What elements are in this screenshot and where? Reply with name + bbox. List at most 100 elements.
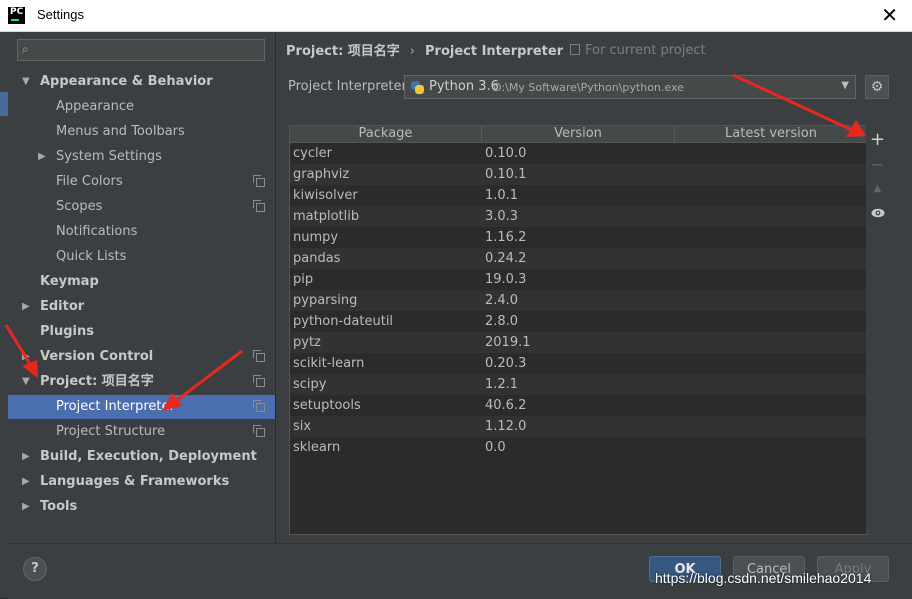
package-version-cell: 2.8.0 (485, 314, 519, 329)
project-scope-icon (253, 350, 265, 362)
sidebar-item-label: System Settings (56, 149, 162, 164)
table-header: Package Version Latest version (290, 126, 867, 143)
sidebar-item[interactable]: ▶ System Settings (8, 145, 275, 169)
show-early-releases-button[interactable] (866, 207, 889, 222)
sidebar-item-label: Project: 项目名字 (40, 374, 154, 389)
table-row[interactable]: pandas 0.24.2 (290, 248, 867, 269)
sidebar-item[interactable]: Appearance (8, 95, 275, 119)
install-package-button[interactable]: + (866, 129, 889, 150)
sidebar-item-label: Appearance & Behavior (40, 74, 213, 89)
interpreter-label: Project Interpreter: (288, 79, 412, 94)
python-icon (411, 81, 424, 94)
package-name-cell: kiwisolver (293, 188, 358, 203)
package-version-cell: 0.24.2 (485, 251, 527, 266)
sidebar-item-label: Quick Lists (56, 249, 127, 264)
package-name-cell: sklearn (293, 440, 341, 455)
sidebar-item[interactable]: ▼ Appearance & Behavior (8, 70, 275, 94)
column-header-version[interactable]: Version (482, 126, 675, 142)
search-input[interactable]: ⌕ (17, 39, 265, 61)
sidebar-item[interactable]: Quick Lists (8, 245, 275, 269)
sidebar-item[interactable]: ▶ Languages & Frameworks (8, 470, 275, 494)
table-row[interactable]: six 1.12.0 (290, 416, 867, 437)
sidebar-item[interactable]: File Colors (8, 170, 275, 194)
main-panel: Project: 项目名字 › Project Interpreter For cu… (276, 32, 912, 543)
sidebar-item[interactable]: Keymap (8, 270, 275, 294)
table-row[interactable]: numpy 1.16.2 (290, 227, 867, 248)
project-scope-icon (253, 200, 265, 212)
breadcrumb-project[interactable]: Project: 项目名字 (286, 44, 400, 59)
table-row[interactable]: sklearn 0.0 (290, 437, 867, 458)
table-row[interactable]: pyparsing 2.4.0 (290, 290, 867, 311)
sidebar-item-label: Appearance (56, 99, 135, 114)
package-name-cell: setuptools (293, 398, 361, 413)
package-name-cell: scikit-learn (293, 356, 365, 371)
pycharm-logo-icon: PC (8, 7, 25, 24)
sidebar-item-label: Menus and Toolbars (56, 124, 185, 139)
chevron-right-icon[interactable]: ▶ (22, 470, 30, 494)
interpreter-name: Python 3.6 (429, 79, 499, 94)
table-row[interactable]: cycler 0.10.0 (290, 143, 867, 164)
chevron-down-icon[interactable]: ▼ (22, 70, 30, 94)
chevron-right-icon[interactable]: ▶ (38, 145, 46, 169)
close-button[interactable]: ✕ (881, 3, 898, 27)
triangle-up-icon: ▲ (873, 183, 882, 194)
interpreter-settings-button[interactable]: ⚙ (865, 75, 889, 99)
package-toolbar: + − ▲ (866, 125, 889, 533)
table-row[interactable]: scikit-learn 0.20.3 (290, 353, 867, 374)
column-header-latest-version[interactable]: Latest version (675, 126, 867, 142)
package-name-cell: matplotlib (293, 209, 360, 224)
package-version-cell: 0.20.3 (485, 356, 527, 371)
minus-icon: − (870, 155, 885, 174)
chevron-down-icon[interactable]: ▼ (22, 370, 30, 394)
uninstall-package-button[interactable]: − (866, 155, 889, 174)
sidebar-item[interactable]: ▶ Editor (8, 295, 275, 319)
sidebar-item[interactable]: ▶ Tools (8, 495, 275, 519)
package-version-cell: 1.2.1 (485, 377, 519, 392)
project-scope-icon (253, 375, 265, 387)
sidebar-item[interactable]: ▶ Build, Execution, Deployment (8, 445, 275, 469)
table-row[interactable]: pip 19.0.3 (290, 269, 867, 290)
table-row[interactable]: pytz 2019.1 (290, 332, 867, 353)
sidebar-item-label: Build, Execution, Deployment (40, 449, 257, 464)
table-row[interactable]: python-dateutil 2.8.0 (290, 311, 867, 332)
sidebar-item-label: Plugins (40, 324, 94, 339)
chevron-right-icon[interactable]: ▶ (22, 445, 30, 469)
breadcrumb: Project: 项目名字 › Project Interpreter (286, 40, 563, 59)
question-icon: ? (31, 561, 39, 576)
chevron-right-icon[interactable]: ▶ (22, 495, 30, 519)
sidebar-item[interactable]: Plugins (8, 320, 275, 344)
table-row[interactable]: graphviz 0.10.1 (290, 164, 867, 185)
package-name-cell: pyparsing (293, 293, 358, 308)
background-window-strip (0, 32, 8, 598)
breadcrumb-current: Project Interpreter (425, 44, 564, 59)
sidebar-item-label: Tools (40, 499, 78, 514)
sidebar-item[interactable]: ▶ Version Control (8, 345, 275, 369)
sidebar-item[interactable]: Menus and Toolbars (8, 120, 275, 144)
sidebar-item-label: Languages & Frameworks (40, 474, 230, 489)
package-version-cell: 0.10.0 (485, 146, 527, 161)
table-row[interactable]: matplotlib 3.0.3 (290, 206, 867, 227)
sidebar-item[interactable]: Scopes (8, 195, 275, 219)
sidebar-item[interactable]: Project Interpreter (8, 395, 275, 419)
sidebar-item[interactable]: ▼ Project: 项目名字 (8, 370, 275, 394)
sidebar-item[interactable]: Notifications (8, 220, 275, 244)
chevron-right-icon[interactable]: ▶ (22, 345, 30, 369)
package-version-cell: 1.0.1 (485, 188, 519, 203)
chevron-right-icon[interactable]: ▶ (22, 295, 30, 319)
column-header-package[interactable]: Package (290, 126, 482, 142)
sidebar-item-label: Project Structure (56, 424, 166, 439)
sidebar-item-label: Keymap (40, 274, 99, 289)
table-row[interactable]: setuptools 40.6.2 (290, 395, 867, 416)
help-button[interactable]: ? (23, 557, 47, 581)
table-row[interactable]: kiwisolver 1.0.1 (290, 185, 867, 206)
package-version-cell: 0.10.1 (485, 167, 527, 182)
for-current-project-note: For current project (570, 43, 706, 58)
package-version-cell: 2019.1 (485, 335, 531, 350)
sidebar-item-label: Notifications (56, 224, 138, 239)
sidebar-item-label: Scopes (56, 199, 103, 214)
project-scope-icon (253, 425, 265, 437)
upgrade-package-button[interactable]: ▲ (866, 183, 889, 194)
table-row[interactable]: scipy 1.2.1 (290, 374, 867, 395)
interpreter-select[interactable]: Python 3.6 D:\My Software\Python\python.… (404, 75, 856, 99)
sidebar-item[interactable]: Project Structure (8, 420, 275, 444)
